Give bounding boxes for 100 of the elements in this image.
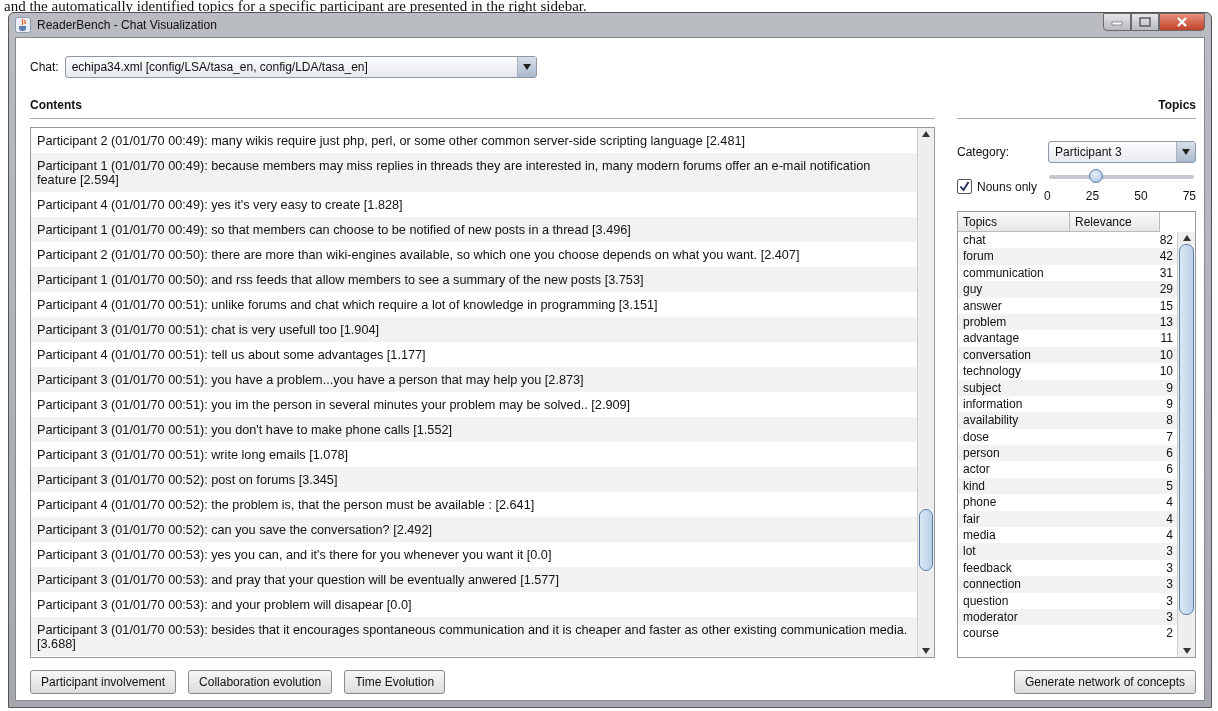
- table-cell: 29: [1159, 281, 1173, 298]
- table-cell: course: [963, 625, 1000, 642]
- category-dropdown[interactable]: Participant 3: [1048, 141, 1196, 163]
- generate-network-button[interactable]: Generate network of concepts: [1013, 670, 1196, 694]
- chat-message[interactable]: Participant 3 (01/01/70 00:51): you im the person in several minutes your problem may be solved.. [2.909]: [31, 392, 917, 417]
- close-icon: [1176, 17, 1188, 27]
- column-header[interactable]: Relevance: [1070, 212, 1160, 232]
- action-button[interactable]: Collaboration evolution: [188, 670, 333, 694]
- table-cell: 10: [1159, 363, 1173, 380]
- table-cell: phone: [963, 494, 997, 511]
- table-cell: chat: [963, 232, 986, 249]
- chat-message[interactable]: Participant 3 (01/01/70 00:52): post on forums [3.345]: [31, 467, 917, 492]
- scroll-up-arrow-icon: [1182, 235, 1191, 241]
- nouns-only-checkbox[interactable]: Nouns only: [957, 179, 1038, 194]
- slider-tick-label: 25: [1085, 189, 1100, 203]
- chat-message[interactable]: Participant 3 (01/01/70 00:51): chat is very usefull too [1.904]: [31, 317, 917, 342]
- chat-message[interactable]: Participant 3 (01/01/70 00:53): besides that it encourages spontaneous communication and it is cheaper and faster as other existing communication media. [3.688]: [31, 617, 917, 656]
- window-title: ReaderBench - Chat Visualization: [37, 18, 217, 32]
- table-cell: question: [963, 592, 1009, 609]
- table-cell: guy: [963, 281, 983, 298]
- chat-message[interactable]: Participant 4 (01/01/70 00:51): unlike forums and chat which require a lot of knowledge in programming [3.151]: [31, 292, 917, 317]
- slider-tick-label: 75: [1182, 189, 1196, 203]
- table-cell: conversation: [963, 346, 1032, 364]
- table-cell: 31: [1159, 264, 1173, 282]
- chat-message[interactable]: Participant 2 (01/01/70 00:49): many wikis require just php, perl, or some other common server-side scripting language [2.481]: [31, 128, 917, 153]
- close-button[interactable]: [1159, 13, 1205, 31]
- table-cell: technology: [963, 363, 1022, 380]
- table-cell: media: [963, 527, 996, 544]
- table-cell: communication: [963, 264, 1044, 282]
- table-cell: lot: [963, 543, 976, 560]
- chat-message[interactable]: Participant 3 (01/01/70 00:51): you have a problem...you have a person that may help you [2.873]: [31, 367, 917, 392]
- chat-message[interactable]: Participant 3 (01/01/70 00:53): and your problem will disapear [0.0]: [31, 592, 917, 617]
- chat-message[interactable]: Participant 1 (01/01/70 00:50): and rss feeds that allow members to see a summary of the new posts [3.753]: [31, 267, 917, 292]
- table-cell: 5: [1166, 477, 1173, 495]
- java-cup-icon: [15, 17, 31, 33]
- table-cell: feedback: [963, 559, 1012, 577]
- table-cell: 3: [1166, 543, 1173, 560]
- chat-message[interactable]: Participant 3 (01/01/70 00:51): write long emails [1.078]: [31, 442, 917, 467]
- table-cell: advantage: [963, 330, 1020, 347]
- table-cell: problem: [963, 313, 1007, 331]
- table-cell: 6: [1166, 445, 1173, 462]
- table-cell: 15: [1159, 297, 1173, 314]
- checkmark-icon: [959, 181, 970, 192]
- chat-message[interactable]: Participant 4 (01/01/70 00:49): yes it's very easy to create [1.828]: [31, 192, 917, 217]
- chat-message[interactable]: Participant 3 (01/01/70 00:53): yes you can, and it's there for you whenever you want it [0.0]: [31, 542, 917, 567]
- table-cell: 10: [1159, 346, 1173, 364]
- action-button[interactable]: Time Evolution: [344, 670, 446, 694]
- slider-tick-label: 0: [1044, 189, 1051, 203]
- contents-heading: Contents: [30, 98, 83, 112]
- table-cell: connection: [963, 576, 1022, 593]
- scroll-up-arrow-icon: [922, 131, 930, 137]
- maximize-button[interactable]: [1131, 13, 1159, 31]
- table-cell: 9: [1166, 395, 1173, 413]
- table-cell: 11: [1160, 330, 1173, 347]
- scroll-down-arrow-icon: [922, 648, 930, 654]
- chat-message[interactable]: Participant 2 (01/01/70 00:50): there are more than wiki-engines available, so which one you choose depends on what you want. [2.407]: [31, 242, 917, 267]
- table-cell: moderator: [963, 609, 1018, 626]
- table-cell: kind: [963, 477, 985, 495]
- table-cell: 42: [1159, 248, 1173, 265]
- slider-tick-label: 50: [1134, 189, 1148, 203]
- chat-message[interactable]: Participant 4 (01/01/70 00:52): the problem is, that the person must be available : [2.641]: [31, 492, 917, 517]
- chat-message[interactable]: Participant 4 (01/01/70 00:51): tell us about some advantages [1.177]: [31, 342, 917, 367]
- table-cell: availability: [963, 412, 1019, 429]
- maximize-icon: [1139, 17, 1151, 27]
- minimize-button[interactable]: [1103, 13, 1131, 31]
- scrollbar[interactable]: [1177, 232, 1195, 657]
- table-cell: 3: [1166, 559, 1173, 577]
- dropdown-arrow-icon: [522, 64, 531, 70]
- dropdown-arrow-icon: [1182, 149, 1190, 155]
- chat-message[interactable]: Participant 3 (01/01/70 00:51): you don't have to make phone calls [1.552]: [31, 417, 917, 442]
- chat-dropdown[interactable]: echipa34.xml [config/LSA/tasa_en, config/LDA/tasa_en]: [64, 56, 537, 78]
- table-cell: person: [963, 445, 1000, 462]
- table-cell: forum: [963, 248, 994, 265]
- table-cell: information: [963, 395, 1023, 413]
- chat-message[interactable]: Participant 1 (01/01/70 00:49): because members may miss replies in threads they are interested in, many modern forums offer an e-mail notification feature [2.594]: [31, 153, 917, 192]
- table-cell: 3: [1166, 576, 1173, 593]
- table-cell: 4: [1166, 510, 1173, 528]
- table-cell: 7: [1166, 428, 1173, 446]
- column-header[interactable]: Topics: [958, 212, 1070, 232]
- scrollbar[interactable]: [917, 128, 934, 657]
- chat-message[interactable]: Participant 1 (01/01/70 00:49): so that members can choose to be notified of new posts in a thread [3.496]: [31, 217, 917, 242]
- table-cell: actor: [963, 461, 990, 478]
- scroll-thumb[interactable]: [919, 508, 933, 572]
- table-cell: subject: [963, 379, 1002, 396]
- chat-message[interactable]: Participant 3 (01/01/70 00:52): can you save the conversation? [2.492]: [31, 517, 917, 542]
- table-cell: 6: [1166, 461, 1173, 478]
- scroll-thumb[interactable]: [1179, 244, 1194, 615]
- table-cell: 3: [1166, 609, 1173, 626]
- slider-thumb[interactable]: [1089, 169, 1104, 183]
- table-cell: 13: [1159, 313, 1173, 331]
- topics-heading: Topics: [1157, 98, 1196, 112]
- table-cell: 8: [1166, 412, 1173, 429]
- chat-message[interactable]: Participant 3 (01/01/70 00:53): and pray that your question will be eventually anwered [1.577]: [31, 567, 917, 592]
- table-cell: fair: [963, 510, 980, 528]
- table-cell: 2: [1166, 625, 1173, 642]
- chat-label: Chat:: [30, 60, 59, 74]
- category-label: Category:: [957, 145, 1010, 159]
- table-cell: 3: [1166, 592, 1173, 609]
- action-button[interactable]: Participant involvement: [30, 670, 177, 694]
- scroll-down-arrow-icon: [1182, 648, 1191, 654]
